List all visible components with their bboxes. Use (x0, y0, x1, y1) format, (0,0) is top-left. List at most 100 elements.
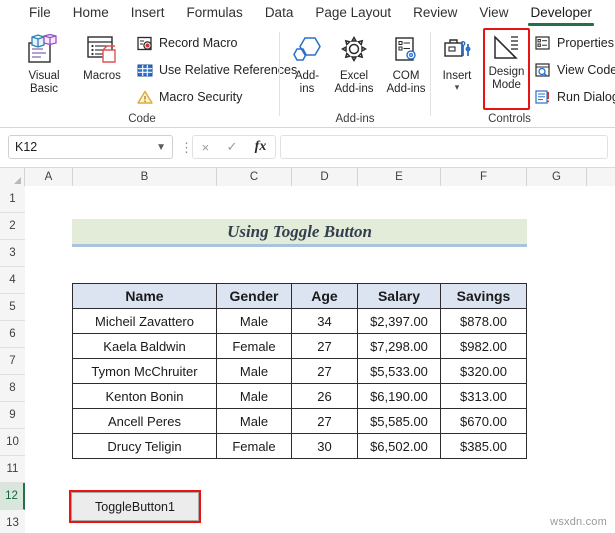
table-row[interactable]: Drucy Teligin Female 30 $6,502.00 $385.0… (72, 433, 527, 459)
cell-gender[interactable]: Male (216, 308, 292, 334)
cell-name[interactable]: Kaela Baldwin (72, 333, 217, 359)
tab-page-layout[interactable]: Page Layout (304, 2, 402, 25)
grid-body[interactable]: Using Toggle Button Name Gender Age Sala… (25, 186, 615, 533)
cancel-icon[interactable]: × (202, 140, 210, 155)
excel-addins-button[interactable]: Excel Add-ins (329, 30, 379, 96)
row-header-12[interactable]: 12 (0, 483, 25, 510)
view-code-button[interactable]: View Code (534, 59, 615, 81)
cell-salary[interactable]: $2,397.00 (357, 308, 441, 334)
cell-gender[interactable]: Female (216, 333, 292, 359)
row-header-6[interactable]: 6 (0, 321, 25, 348)
tab-data[interactable]: Data (254, 2, 305, 25)
cell-salary[interactable]: $5,533.00 (357, 358, 441, 384)
cell-savings[interactable]: $670.00 (440, 408, 527, 434)
excel-addins-label-line1: Excel (339, 70, 369, 82)
tab-review[interactable]: Review (402, 2, 468, 25)
ribbon-group-addins: Add- ins Excel Add-ins COM Add-ins Add-i… (285, 26, 426, 128)
tab-formulas[interactable]: Formulas (176, 2, 254, 25)
cell-savings[interactable]: $313.00 (440, 383, 527, 409)
cell-gender[interactable]: Male (216, 358, 292, 384)
enter-icon[interactable]: ✓ (226, 139, 237, 155)
macro-security-label: Macro Security (159, 90, 243, 104)
cell-salary[interactable]: $6,502.00 (357, 433, 441, 459)
view-code-label: View Code (557, 63, 615, 77)
chevron-down-icon[interactable]: ▾ (434, 83, 480, 92)
column-header-c[interactable]: C (217, 168, 292, 186)
row-header-7[interactable]: 7 (0, 348, 25, 375)
design-mode-button[interactable]: Design Mode (484, 32, 529, 92)
cell-age[interactable]: 27 (291, 408, 358, 434)
cell-savings[interactable]: $320.00 (440, 358, 527, 384)
cell-age[interactable]: 34 (291, 308, 358, 334)
row-header-1[interactable]: 1 (0, 186, 25, 213)
table-row[interactable]: Micheil Zavattero Male 34 $2,397.00 $878… (72, 308, 527, 334)
addins-label-line2: ins (299, 83, 315, 95)
table-header-name: Name (72, 283, 217, 309)
tab-file[interactable]: File (18, 2, 62, 25)
insert-control-button[interactable]: Insert ▾ (434, 30, 480, 92)
name-box[interactable]: K12 ▼ (8, 135, 173, 159)
table-row[interactable]: Kenton Bonin Male 26 $6,190.00 $313.00 (72, 383, 527, 409)
tab-view[interactable]: View (468, 2, 519, 25)
macro-security-button[interactable]: Macro Security (136, 86, 242, 108)
column-header-a[interactable]: A (25, 168, 73, 186)
column-header-b[interactable]: B (73, 168, 217, 186)
row-header-11[interactable]: 11 (0, 456, 25, 483)
cell-gender[interactable]: Male (216, 383, 292, 409)
row-headers: 1 2 3 4 5 6 7 8 9 10 11 12 13 (0, 186, 25, 533)
row-header-5[interactable]: 5 (0, 294, 25, 321)
table-row[interactable]: Kaela Baldwin Female 27 $7,298.00 $982.0… (72, 333, 527, 359)
cell-savings[interactable]: $982.00 (440, 333, 527, 359)
visual-basic-label-line1: Visual (28, 70, 60, 82)
row-header-4[interactable]: 4 (0, 267, 25, 294)
cell-savings[interactable]: $878.00 (440, 308, 527, 334)
table-row[interactable]: Tymon McChruiter Male 27 $5,533.00 $320.… (72, 358, 527, 384)
properties-button[interactable]: Properties (534, 32, 614, 54)
macros-button[interactable]: Macros (76, 30, 128, 83)
tab-help[interactable]: Help (603, 2, 615, 25)
use-relative-references-button[interactable]: Use Relative References (136, 59, 297, 81)
column-header-h[interactable] (587, 168, 615, 186)
visual-basic-button[interactable]: Visual Basic (18, 30, 70, 96)
chevron-down-icon[interactable]: ▼ (156, 142, 166, 153)
row-header-3[interactable]: 3 (0, 240, 25, 267)
cell-savings[interactable]: $385.00 (440, 433, 527, 459)
insert-function-icon[interactable]: fx (255, 139, 267, 155)
cell-name[interactable]: Kenton Bonin (72, 383, 217, 409)
view-code-icon (534, 62, 551, 79)
cell-gender[interactable]: Male (216, 408, 292, 434)
row-header-13[interactable]: 13 (0, 510, 25, 533)
column-header-e[interactable]: E (358, 168, 441, 186)
cell-age[interactable]: 30 (291, 433, 358, 459)
cell-age[interactable]: 26 (291, 383, 358, 409)
addins-button[interactable]: Add- ins (287, 30, 327, 96)
cell-age[interactable]: 27 (291, 333, 358, 359)
tab-home[interactable]: Home (62, 2, 120, 25)
cell-salary[interactable]: $7,298.00 (357, 333, 441, 359)
row-header-8[interactable]: 8 (0, 375, 25, 402)
insert-control-icon (434, 30, 480, 70)
table-row[interactable]: Ancell Peres Male 27 $5,585.00 $670.00 (72, 408, 527, 434)
formula-input[interactable] (280, 135, 608, 159)
record-macro-button[interactable]: Record Macro (136, 32, 238, 54)
row-header-10[interactable]: 10 (0, 429, 25, 456)
tab-developer[interactable]: Developer (519, 2, 603, 26)
column-header-f[interactable]: F (441, 168, 527, 186)
row-header-2[interactable]: 2 (0, 213, 25, 240)
cell-gender[interactable]: Female (216, 433, 292, 459)
row-header-9[interactable]: 9 (0, 402, 25, 429)
select-all-corner[interactable] (0, 168, 25, 186)
column-header-d[interactable]: D (292, 168, 358, 186)
cell-age[interactable]: 27 (291, 358, 358, 384)
cell-name[interactable]: Ancell Peres (72, 408, 217, 434)
com-addins-button[interactable]: COM Add-ins (381, 30, 431, 96)
cell-salary[interactable]: $5,585.00 (357, 408, 441, 434)
run-dialog-button[interactable]: Run Dialog (534, 86, 615, 108)
tab-insert[interactable]: Insert (120, 2, 176, 25)
excel-addins-label-line2: Add-ins (334, 83, 374, 95)
cell-salary[interactable]: $6,190.00 (357, 383, 441, 409)
cell-name[interactable]: Drucy Teligin (72, 433, 217, 459)
cell-name[interactable]: Tymon McChruiter (72, 358, 217, 384)
column-header-g[interactable]: G (527, 168, 587, 186)
cell-name[interactable]: Micheil Zavattero (72, 308, 217, 334)
